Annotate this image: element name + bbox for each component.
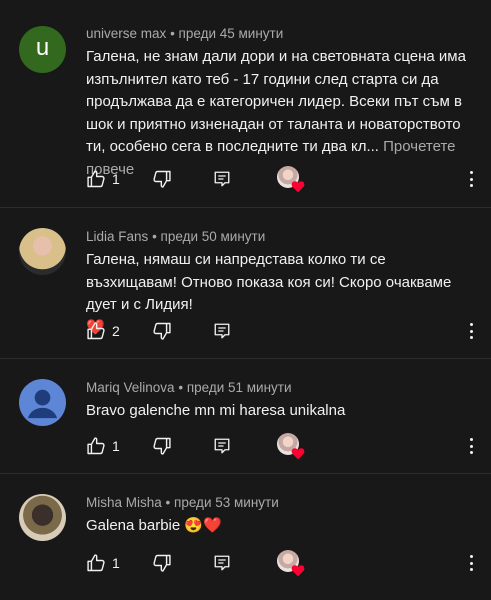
creator-heart-badge (277, 433, 305, 460)
dislike-button[interactable] (152, 550, 172, 576)
like-button[interactable]: 1 (86, 166, 120, 192)
reply-button[interactable] (213, 550, 231, 576)
reply-button[interactable] (213, 318, 231, 344)
creator-heart-badge (277, 166, 305, 193)
avatar-letter: u (35, 34, 50, 61)
more-options-button[interactable] (467, 550, 477, 576)
heart-badge-icon (291, 565, 305, 577)
comment-author[interactable]: Lidia Fans (86, 229, 148, 244)
dislike-button[interactable] (152, 433, 172, 459)
reply-icon (214, 323, 230, 339)
dislike-icon (153, 170, 171, 188)
comment-author[interactable]: universe max (86, 26, 166, 41)
more-options-button[interactable] (467, 433, 477, 459)
comment-body: Галена, нямаш си напредстава колко ти се… (86, 251, 452, 313)
creator-heart-badge (277, 550, 305, 577)
reply-icon (214, 555, 230, 571)
comment-meta: universe max • преди 45 минути (86, 25, 469, 43)
meta-separator: • (152, 229, 161, 244)
dislike-button[interactable] (152, 318, 172, 344)
reply-icon (214, 171, 230, 187)
reply-icon (214, 438, 230, 454)
comment-item: Lidia Fans • преди 50 минути Галена, ням… (0, 207, 491, 358)
like-icon (87, 437, 105, 455)
avatar[interactable] (19, 379, 66, 426)
like-icon (87, 554, 105, 572)
dislike-button[interactable] (152, 166, 172, 192)
comment-author[interactable]: Mariq Velinova (86, 380, 175, 395)
default-avatar-icon (27, 389, 58, 419)
dislike-icon (153, 322, 171, 340)
meta-separator: • (165, 495, 175, 510)
comment-item: Mariq Velinova • преди 51 минути Bravo g… (0, 358, 491, 473)
avatar[interactable] (19, 494, 66, 541)
reply-button[interactable] (213, 433, 231, 459)
comment-text: Галена, не знам дали дори и на световнат… (86, 46, 469, 181)
comment-author[interactable]: Misha Misha (86, 495, 162, 510)
like-button[interactable]: 1 (86, 550, 120, 576)
dislike-icon (153, 437, 171, 455)
like-count: 1 (112, 555, 120, 571)
avatar[interactable] (19, 228, 66, 275)
more-options-button[interactable] (467, 318, 477, 344)
comment-meta: Mariq Velinova • преди 51 минути (86, 379, 469, 397)
comment-emoji: 😍❤️ (184, 517, 222, 534)
like-button[interactable]: 2 (86, 318, 120, 344)
heart-badge-icon (291, 181, 305, 193)
comment-item: Misha Misha • преди 53 минути Galena bar… (0, 473, 491, 600)
comment-time[interactable]: преди 51 минути (187, 380, 292, 395)
comment-body: Bravo galenche mn mi haresa unikalna (86, 402, 346, 419)
heart-badge-icon (291, 448, 305, 460)
more-options-button[interactable] (467, 166, 477, 192)
comment-actions: 1 (86, 550, 477, 577)
like-button[interactable]: 1 (86, 433, 120, 459)
comment-meta: Misha Misha • преди 53 минути (86, 494, 469, 512)
avatar[interactable]: u (19, 26, 66, 73)
dislike-icon (153, 554, 171, 572)
like-icon (87, 170, 105, 188)
comment-item: u universe max • преди 45 минути Галена,… (0, 0, 491, 207)
comment-time[interactable]: преди 45 минути (179, 26, 284, 41)
comment-time[interactable]: преди 50 минути (161, 229, 266, 244)
like-icon (87, 322, 105, 340)
comment-meta: Lidia Fans • преди 50 минути (86, 228, 469, 246)
meta-separator: • (178, 380, 187, 395)
meta-separator: • (170, 26, 179, 41)
like-count: 1 (112, 438, 120, 454)
comment-actions: 1 (86, 433, 477, 460)
comment-actions: 1 (86, 166, 477, 193)
comment-actions: 2 (86, 318, 477, 344)
comment-text: Galena barbie 😍❤️ (86, 515, 469, 538)
comment-time[interactable]: преди 53 минути (174, 495, 279, 510)
like-count: 2 (112, 323, 120, 339)
comment-text: Bravo galenche mn mi haresa unikalna (86, 400, 469, 423)
like-count: 1 (112, 171, 120, 187)
reply-button[interactable] (213, 166, 231, 192)
comment-body: Galena barbie (86, 517, 181, 534)
